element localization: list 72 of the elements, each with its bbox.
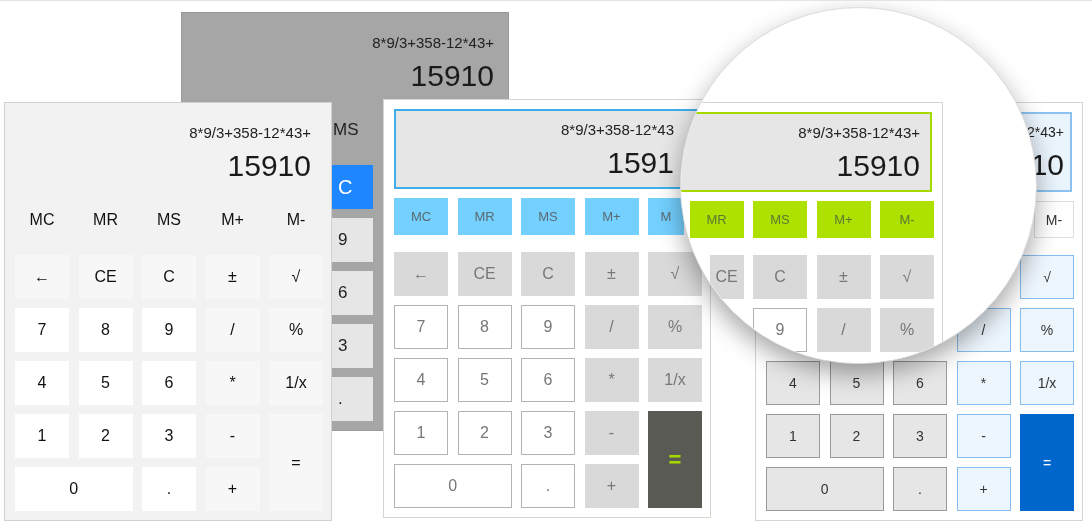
result-text: 15910 [227,150,311,181]
memory-key[interactable]: M- [1034,201,1074,238]
function-key[interactable]: 1/x [269,361,323,405]
equals-key[interactable]: = [1020,414,1074,511]
function-key[interactable]: 1/x [1020,361,1074,405]
digit-key[interactable]: 2 [78,414,133,458]
memory-key[interactable]: MR [78,201,133,238]
function-key[interactable]: + [956,467,1011,511]
digit-key[interactable]: 9 [142,308,196,352]
digit-key[interactable]: 6 [521,358,575,402]
function-key[interactable]: C [332,165,373,209]
function-key[interactable]: * [205,361,260,405]
function-key[interactable]: % [269,308,323,352]
digit-key[interactable]: 5 [457,358,512,402]
digit-key[interactable]: . [521,464,575,508]
digit-key[interactable]: 2 [457,411,512,455]
digit-key[interactable]: 1 [394,411,448,455]
function-key[interactable]: CE [78,255,133,299]
function-key[interactable]: ± [205,255,260,299]
digit-key[interactable]: 4 [394,358,448,402]
digit-key[interactable]: 4 [766,361,820,405]
digit-key[interactable]: 6 [893,361,947,405]
equals-key[interactable]: = [648,411,702,508]
digit-key[interactable]: 8 [457,305,512,349]
digit-key[interactable]: 9 [332,218,373,262]
expression-text: 8*9/3+358-12*43+ [798,123,920,141]
digit-key[interactable]: 3 [521,411,575,455]
expression-text: 8*9/3+358-12*43+ [189,123,311,141]
equals-key[interactable]: = [269,414,323,511]
digit-key[interactable]: 2 [829,414,884,458]
function-key[interactable]: + [205,467,260,511]
memory-key[interactable]: M+ [205,201,260,238]
digit-key[interactable]: 5 [829,361,884,405]
function-key[interactable]: C [142,255,196,299]
digit-key[interactable]: 5 [78,361,133,405]
digit-key[interactable]: 0 [766,467,884,511]
digit-key[interactable]: 4 [15,361,69,405]
digit-key[interactable]: 0 [15,467,133,511]
digit-key[interactable]: 1 [15,414,69,458]
result-text: 10 [1030,150,1064,180]
function-key[interactable]: / [205,308,260,352]
digit-key[interactable]: . [332,377,373,421]
result-text: 1591 [607,147,674,178]
digit-key[interactable]: 6 [332,271,373,315]
digit-key[interactable]: 6 [142,361,196,405]
digit-key[interactable]: 8 [78,308,133,352]
expression-text: 2*43+ [1027,124,1064,140]
digit-key[interactable]: 1 [766,414,820,458]
function-key[interactable]: √ [1020,255,1074,299]
expression-text: 8*9/3+358-12*43+ [372,33,494,51]
digit-key[interactable]: 7 [394,305,448,349]
digit-key[interactable]: . [142,467,196,511]
digit-key[interactable]: 3 [893,414,947,458]
result-text: 15910 [836,150,920,181]
function-key[interactable]: ← [15,255,69,299]
digit-key[interactable]: 3 [142,414,196,458]
digit-key[interactable]: 3 [332,324,373,368]
memory-key[interactable]: MS [142,201,196,238]
result-text: 15910 [410,60,494,91]
digit-key[interactable]: . [893,467,947,511]
expression-text: 8*9/3+358-12*43 [560,120,674,138]
function-key[interactable]: % [1020,308,1074,352]
memory-key[interactable]: M- [269,201,323,238]
function-key[interactable]: - [956,414,1011,458]
function-key[interactable]: √ [269,255,323,299]
function-key[interactable]: - [205,414,260,458]
digit-key[interactable]: 0 [394,464,512,508]
memory-key[interactable]: MC [15,201,69,238]
digit-key[interactable]: 7 [15,308,69,352]
digit-key[interactable]: 9 [521,305,575,349]
memory-key[interactable]: MS [333,111,373,148]
function-key[interactable]: * [956,361,1011,405]
